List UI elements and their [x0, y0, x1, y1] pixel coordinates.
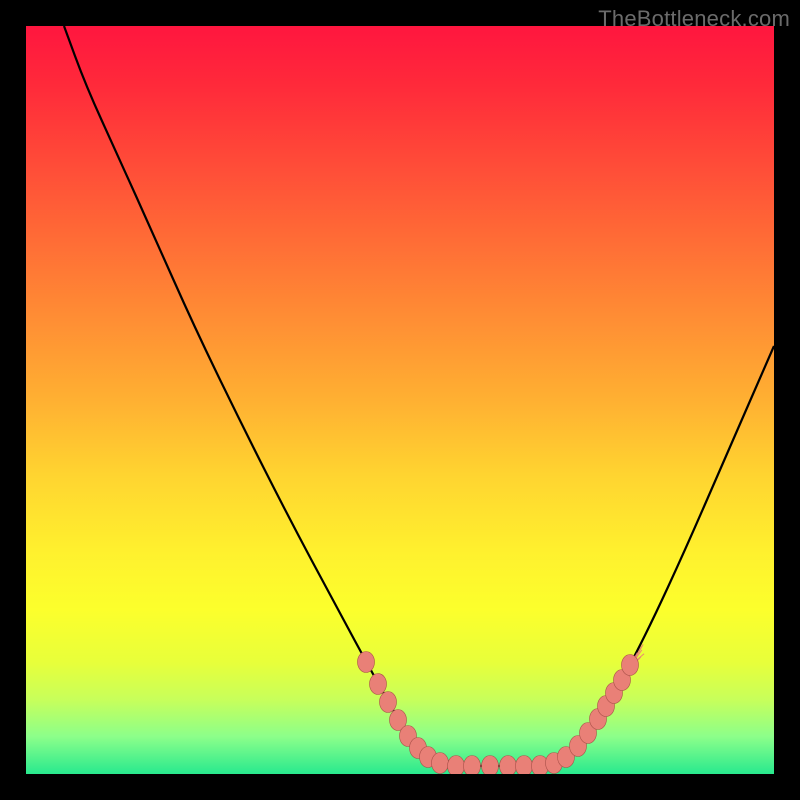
data-marker — [464, 756, 481, 775]
data-marker — [370, 674, 387, 695]
watermark-text: TheBottleneck.com — [598, 6, 790, 32]
data-marker — [432, 753, 449, 774]
data-marker — [380, 692, 397, 713]
chart-frame: TheBottleneck.com — [0, 0, 800, 800]
plot-area — [26, 26, 774, 774]
chart-svg — [26, 26, 774, 774]
data-marker — [482, 756, 499, 775]
data-marker — [358, 652, 375, 673]
bottleneck-curve-path — [64, 26, 774, 766]
data-markers — [358, 652, 639, 775]
data-marker — [448, 756, 465, 775]
data-marker — [500, 756, 517, 775]
data-marker — [622, 655, 639, 676]
data-marker — [516, 756, 533, 775]
